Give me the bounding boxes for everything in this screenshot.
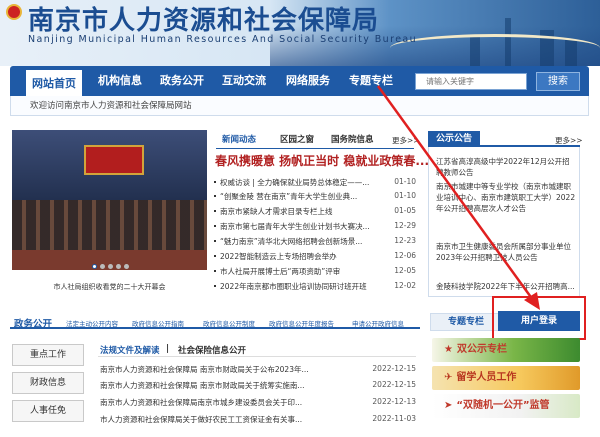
law-item[interactable]: 南京市人力资源和社会保障局 南京市财政局关于统筹实施南... 2022-12-15 [100, 380, 416, 392]
arrow-icon: ➤ [444, 400, 453, 411]
news-item-title[interactable]: 权威访谈 | 全力确保就业局势总体稳定——... [220, 177, 370, 188]
news-item[interactable]: 南京市紧缺人才需求目录专栏上线 01-05 [214, 206, 416, 219]
tab-district[interactable]: 区园之窗 [280, 133, 314, 147]
law-tab-underline [98, 356, 416, 357]
carousel-dot[interactable] [124, 264, 129, 269]
photo-caption[interactable]: 市人社局组织收看党的二十大开幕会 [12, 282, 207, 292]
news-item-title[interactable]: 南京市第七届青年大学生创业计划书大赛决... [220, 221, 370, 232]
news-item-date: 01-10 [394, 191, 416, 200]
news-headline[interactable]: 春风携暖意 扬帆正当时 稳就业政策春... [215, 152, 429, 169]
banner-label: “双随机一公开”监管 [456, 400, 550, 411]
nav-special-topics[interactable]: 专题专栏 [349, 66, 393, 96]
law-item-date: 2022-12-15 [372, 380, 416, 389]
news-item-date: 12-06 [394, 251, 416, 260]
banner-label: 留学人员工作 [456, 372, 517, 383]
news-item-date: 12-05 [394, 266, 416, 275]
photo-screen [84, 145, 144, 175]
banner-random-inspection[interactable]: ➤ “双随机一公开”监管 [432, 394, 580, 418]
law-item-date: 2022-12-15 [372, 364, 416, 373]
tab-state-council[interactable]: 国务院信息 [331, 133, 374, 147]
tab-news[interactable]: 新闻动态 [222, 133, 256, 147]
news-item-title[interactable]: 2022年南京都市圈职业培训协同研讨班开班 [220, 281, 370, 292]
gov-open-link[interactable]: 政府信息公开年度报告 [269, 318, 334, 328]
welcome-text: 欢迎访问南京市人力资源和社会保障局网站 [30, 101, 192, 111]
law-item-title[interactable]: 市人力资源和社会保障局关于做好农民工工资保证金有关事... [100, 414, 340, 425]
news-item-title[interactable]: 市人社局开展博士后“两项资助”评审 [220, 266, 370, 277]
news-item-title[interactable]: “魅力南京”清华北大网络招聘会创新场景... [220, 236, 370, 247]
side-button-key-work[interactable]: 重点工作 [12, 344, 84, 366]
news-item[interactable]: “魅力南京”清华北大网络招聘会创新场景... 12-23 [214, 236, 416, 249]
news-item[interactable]: “创聚金陵 营在南京”青年大学生创业典... 01-10 [214, 191, 416, 204]
tab-social-insurance[interactable]: 社会保险信息公开 [178, 344, 246, 356]
news-item[interactable]: 2022年南京都市圈职业培训协同研讨班开班 12-02 [214, 281, 416, 294]
side-button-personnel[interactable]: 人事任免 [12, 400, 84, 422]
star-icon: ★ [444, 344, 453, 355]
carousel-dot[interactable] [100, 264, 105, 269]
news-item[interactable]: 权威访谈 | 全力确保就业局势总体稳定——... 01-10 [214, 177, 416, 190]
bridge-graphic [390, 34, 600, 62]
gov-open-title[interactable]: 政务公开 [14, 316, 52, 330]
news-item-date: 01-05 [394, 206, 416, 215]
search-input[interactable] [415, 73, 527, 90]
tab-laws[interactable]: 法规文件及解读 [100, 344, 160, 356]
notice-item[interactable]: 南京市卫生健康委员会所属部分事业单位2023年公开招聘卫技人员公告 [436, 241, 576, 263]
highlight-box [492, 296, 586, 340]
header-banner: 南京市人力资源和社会保障局 Nanjing Municipal Human Re… [0, 0, 600, 66]
notice-item[interactable]: 南京市城建中等专业学校（南京市城建职业培训中心、南京市建筑职工大学）2022年公… [436, 181, 576, 214]
carousel-dot[interactable] [92, 264, 97, 269]
nav-interaction[interactable]: 互动交流 [222, 66, 266, 96]
news-item[interactable]: 南京市第七届青年大学生创业计划书大赛决... 12-29 [214, 221, 416, 234]
side-button-finance[interactable]: 财政信息 [12, 372, 84, 394]
site-title: 南京市人力资源和社会保障局 [28, 6, 380, 36]
news-item-title[interactable]: 2022智能制造云上专场招聘会举办 [220, 251, 370, 262]
banner-overseas-students[interactable]: ✈ 留学人员工作 [432, 366, 580, 390]
banner-label: 双公示专栏 [456, 344, 507, 355]
law-item-title[interactable]: 南京市人力资源和社会保障局 南京市财政局关于公布2023年... [100, 364, 340, 375]
site-title-english: Nanjing Municipal Human Resources And So… [28, 34, 418, 45]
law-item-title[interactable]: 南京市人力资源和社会保障局 南京市财政局关于统筹实施南... [100, 380, 340, 391]
gov-open-link[interactable]: 申请公开政府信息 [352, 318, 404, 328]
emblem-icon [6, 4, 22, 20]
nav-online-service[interactable]: 网络服务 [286, 66, 330, 96]
news-item-date: 12-02 [394, 281, 416, 290]
nav-gov-open[interactable]: 政务公开 [160, 66, 204, 96]
banner-double-publicity[interactable]: ★ 双公示专栏 [432, 338, 580, 362]
news-item-date: 01-10 [394, 177, 416, 186]
search-button[interactable]: 搜索 [536, 72, 580, 91]
notice-more-link[interactable]: 更多>> [555, 135, 583, 146]
law-item-date: 2022-11-03 [372, 414, 416, 423]
law-item[interactable]: 市人力资源和社会保障局关于做好农民工工资保证金有关事... 2022-11-03 [100, 414, 416, 426]
law-item[interactable]: 南京市人力资源和社会保障局 南京市财政局关于公布2023年... 2022-12-… [100, 364, 416, 376]
news-more-link[interactable]: 更多>> [392, 135, 420, 146]
news-item[interactable]: 2022智能制造云上专场招聘会举办 12-06 [214, 251, 416, 264]
news-item-date: 12-23 [394, 236, 416, 245]
plane-icon: ✈ [444, 372, 453, 383]
news-item[interactable]: 市人社局开展博士后“两项资助”评审 12-05 [214, 266, 416, 279]
law-item-title[interactable]: 南京市人力资源和社会保障局南京市城乡建设委员会关于印... [100, 397, 340, 408]
law-item[interactable]: 南京市人力资源和社会保障局南京市城乡建设委员会关于印... 2022-12-13 [100, 397, 416, 409]
gov-open-link[interactable]: 政府信息公开指南 [132, 318, 184, 328]
law-item-date: 2022-12-13 [372, 397, 416, 406]
news-item-date: 12-29 [394, 221, 416, 230]
gov-open-link[interactable]: 法定主动公开内容 [66, 318, 118, 328]
notice-item[interactable]: 金陵科技学院2022年下半年公开招聘高... [436, 281, 576, 292]
news-item-title[interactable]: 南京市紧缺人才需求目录专栏上线 [220, 206, 370, 217]
notice-item[interactable]: 江苏省高淳高级中学2022年12月公开招聘教师公告 [436, 156, 576, 178]
news-item-title[interactable]: “创聚金陵 营在南京”青年大学生创业典... [220, 191, 370, 202]
gov-open-link[interactable]: 政府信息公开制度 [203, 318, 255, 328]
carousel-dot[interactable] [108, 264, 113, 269]
carousel-dot[interactable] [116, 264, 121, 269]
nav-org-info[interactable]: 机构信息 [98, 66, 142, 96]
nav-home[interactable]: 网站首页 [24, 68, 84, 98]
tab-divider: | [166, 344, 170, 354]
notice-title[interactable]: 公示公告 [428, 131, 480, 147]
news-tab-underline [216, 148, 414, 149]
